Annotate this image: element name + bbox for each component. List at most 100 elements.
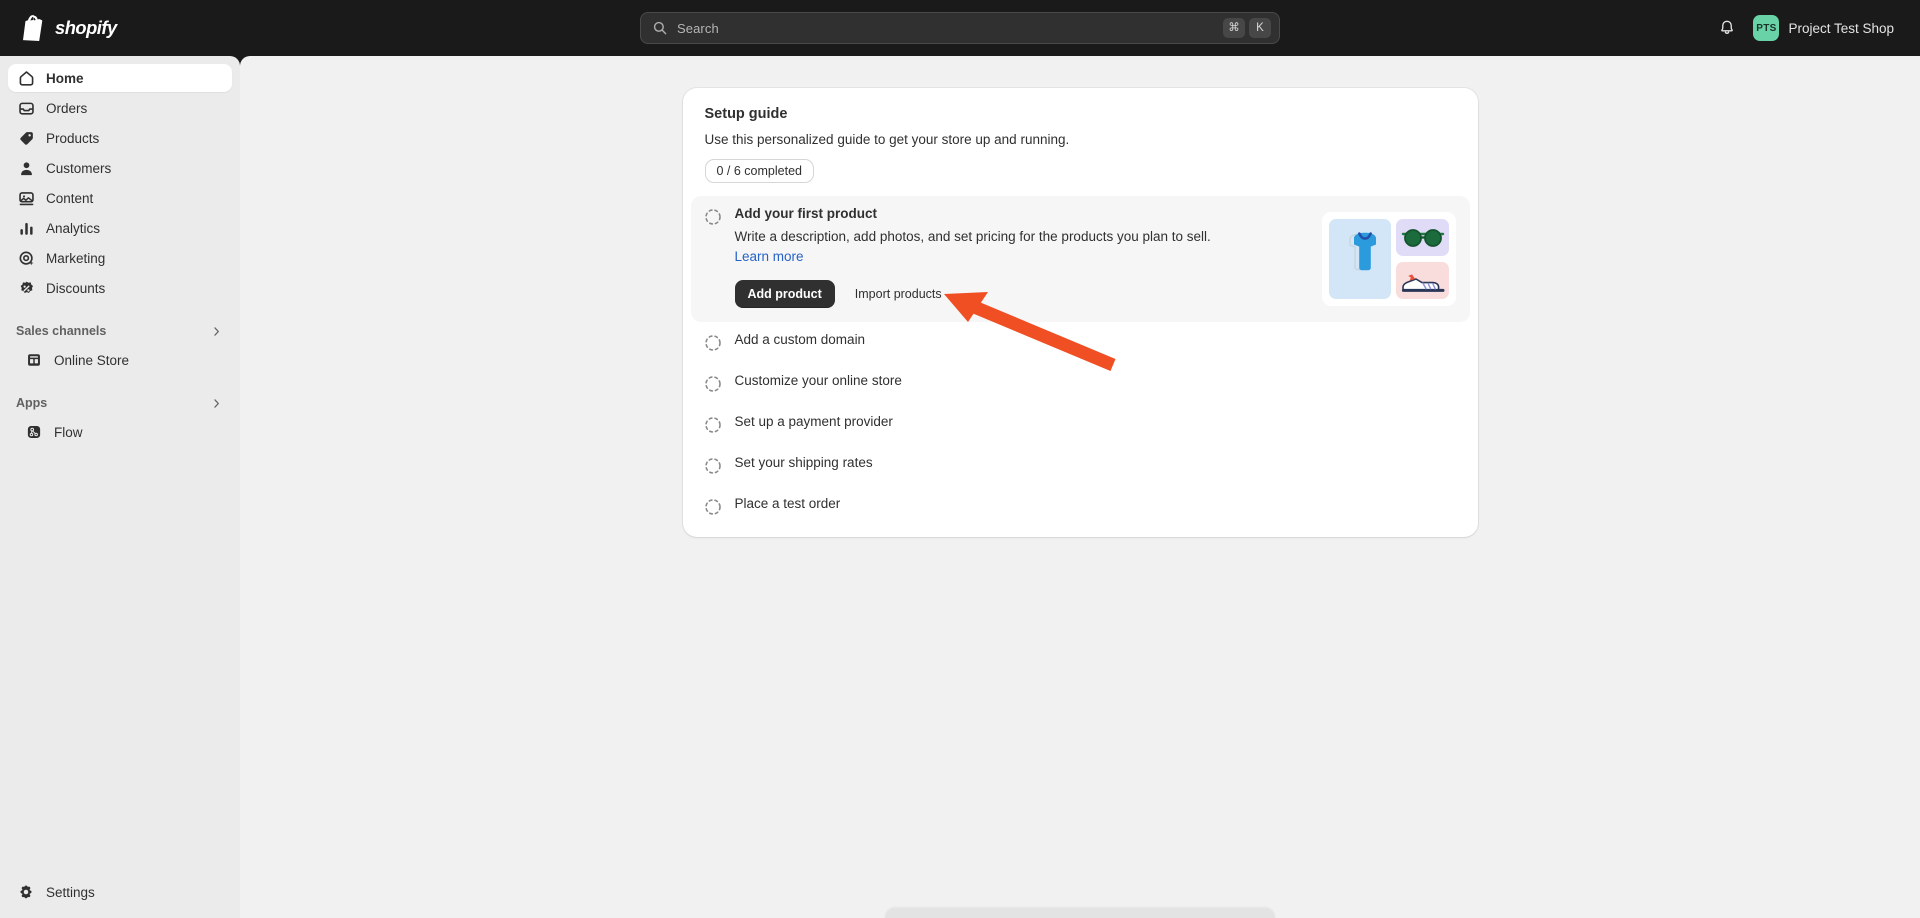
- main-content: Setup guide Use this personalized guide …: [240, 56, 1920, 918]
- page-title: Setup guide: [704, 106, 788, 122]
- bottom-bar-peek: [885, 908, 1275, 918]
- sidebar-section-title: Sales channels: [16, 324, 107, 338]
- chevron-right-icon: [209, 396, 224, 411]
- sidebar-item-products[interactable]: Products: [8, 124, 232, 152]
- task-title: Add a custom domain: [734, 332, 866, 348]
- shopify-brand[interactable]: shopify: [0, 15, 240, 41]
- task-body: Place a test order: [735, 496, 1458, 517]
- dashed-circle-incomplete-icon[interactable]: [703, 374, 723, 394]
- sidebar-item-customers[interactable]: Customers: [8, 154, 232, 182]
- task-body: Add your first product Write a descripti…: [734, 206, 1292, 309]
- sidebar-item-label: Home: [46, 70, 84, 86]
- sidebar-item-discounts[interactable]: Discounts: [8, 274, 232, 302]
- bell-icon: [1718, 19, 1736, 37]
- sidebar-item-content[interactable]: Content: [8, 184, 232, 212]
- orders-inbox-icon: [16, 98, 36, 118]
- dashed-circle-incomplete-icon[interactable]: [703, 207, 723, 227]
- store-account-button[interactable]: PTS Project Test Shop: [1749, 12, 1903, 44]
- store-name-label: Project Test Shop: [1788, 20, 1894, 36]
- shopify-bag-logo-icon: [23, 15, 46, 41]
- notifications-button[interactable]: [1711, 12, 1743, 44]
- sidebar-item-label: Online Store: [54, 352, 130, 368]
- products-tag-icon: [16, 128, 36, 148]
- sidebar-item-label: Content: [46, 190, 94, 206]
- shopify-wordmark: shopify: [55, 17, 135, 39]
- task-add-custom-domain[interactable]: Add a custom domain: [691, 322, 1470, 363]
- product-photos-illustration: [1320, 208, 1458, 308]
- task-description: Write a description, add photos, and set…: [735, 227, 1215, 266]
- task-body: Set up a payment provider: [735, 414, 1458, 435]
- top-bar-right-group: PTS Project Test Shop: [1711, 12, 1920, 44]
- sidebar-item-online-store[interactable]: Online Store: [8, 346, 232, 374]
- search-shortcut-hint: ⌘ K: [1223, 18, 1271, 38]
- task-title: Set up a payment provider: [734, 414, 893, 430]
- analytics-bars-icon: [16, 218, 36, 238]
- task-title: Place a test order: [734, 496, 841, 512]
- task-place-test-order[interactable]: Place a test order: [691, 486, 1470, 527]
- svg-text:shopify: shopify: [55, 17, 118, 38]
- learn-more-link[interactable]: Learn more: [735, 249, 804, 264]
- task-add-first-product[interactable]: Add your first product Write a descripti…: [690, 196, 1470, 323]
- body-region: Home Orders Products Customers Content A…: [0, 56, 1920, 918]
- shopify-admin-app: shopify Search ⌘ K PTS Project Test Shop…: [0, 0, 1920, 918]
- marketing-target-icon: [16, 248, 36, 268]
- sidebar-item-label: Products: [46, 130, 100, 146]
- chevron-right-icon: [209, 324, 224, 339]
- task-set-up-payment-provider[interactable]: Set up a payment provider: [691, 404, 1470, 445]
- avatar: PTS: [1753, 15, 1780, 41]
- add-product-button[interactable]: Add product: [734, 280, 835, 309]
- top-bar: shopify Search ⌘ K PTS Project Test Shop: [0, 0, 1920, 56]
- dashed-circle-incomplete-icon[interactable]: [703, 456, 723, 476]
- sidebar-item-orders[interactable]: Orders: [8, 94, 232, 122]
- sidebar-item-analytics[interactable]: Analytics: [8, 214, 232, 242]
- sidebar-section-sales-channels[interactable]: Sales channels: [8, 318, 232, 344]
- sidebar-main-nav: Home Orders Products Customers Content A…: [0, 64, 240, 304]
- dashed-circle-incomplete-icon[interactable]: [703, 497, 723, 517]
- sidebar-item-label: Orders: [46, 100, 88, 116]
- search-icon: [652, 20, 668, 36]
- task-set-shipping-rates[interactable]: Set your shipping rates: [691, 445, 1470, 486]
- task-title: Add your first product: [734, 206, 878, 221]
- sidebar-sales-channels-list: Online Store: [0, 346, 240, 376]
- task-customize-online-store[interactable]: Customize your online store: [691, 363, 1470, 404]
- sidebar-item-label: Marketing: [46, 250, 106, 266]
- sidebar-item-marketing[interactable]: Marketing: [8, 244, 232, 272]
- task-title: Set your shipping rates: [734, 455, 873, 471]
- sidebar: Home Orders Products Customers Content A…: [0, 56, 240, 918]
- sidebar-item-label: Discounts: [46, 280, 106, 296]
- kbd-command-key: ⌘: [1223, 18, 1245, 38]
- sidebar-item-flow[interactable]: Flow: [8, 418, 232, 446]
- gear-icon: [16, 882, 36, 902]
- search-container: Search ⌘ K: [640, 12, 1280, 44]
- sidebar-item-label: Customers: [46, 160, 112, 176]
- dashed-circle-incomplete-icon[interactable]: [703, 333, 723, 353]
- kbd-k-key: K: [1249, 18, 1271, 38]
- sidebar-item-settings[interactable]: Settings: [8, 878, 232, 906]
- online-store-icon: [24, 350, 44, 370]
- sidebar-item-home[interactable]: Home: [8, 64, 232, 92]
- setup-guide-task-list: Add your first product Write a descripti…: [683, 196, 1478, 527]
- sidebar-section-title: Apps: [16, 396, 48, 410]
- sidebar-item-label: Settings: [46, 884, 95, 900]
- task-body: Set your shipping rates: [735, 455, 1458, 476]
- status-badge: 0 / 6 completed: [704, 159, 814, 183]
- sidebar-item-label: Analytics: [46, 220, 101, 236]
- task-title: Customize your online store: [734, 373, 902, 389]
- search-placeholder-text: Search: [677, 20, 719, 36]
- sidebar-footer: Settings: [0, 878, 240, 918]
- setup-guide-card: Setup guide Use this personalized guide …: [682, 88, 1478, 538]
- task-actions: Add product Import products: [734, 280, 1292, 309]
- sidebar-section-apps[interactable]: Apps: [8, 390, 232, 416]
- task-body: Customize your online store: [735, 373, 1458, 394]
- customers-person-icon: [16, 158, 36, 178]
- discounts-badge-icon: [16, 278, 36, 298]
- sidebar-item-label: Flow: [54, 424, 83, 440]
- content-image-icon: [16, 188, 36, 208]
- search-input[interactable]: Search ⌘ K: [640, 12, 1280, 44]
- task-description-text: Write a description, add photos, and set…: [734, 229, 1211, 244]
- import-products-button[interactable]: Import products: [845, 280, 952, 308]
- home-icon: [16, 68, 36, 88]
- task-body: Add a custom domain: [735, 332, 1458, 353]
- flow-app-icon: [24, 422, 44, 442]
- dashed-circle-incomplete-icon[interactable]: [703, 415, 723, 435]
